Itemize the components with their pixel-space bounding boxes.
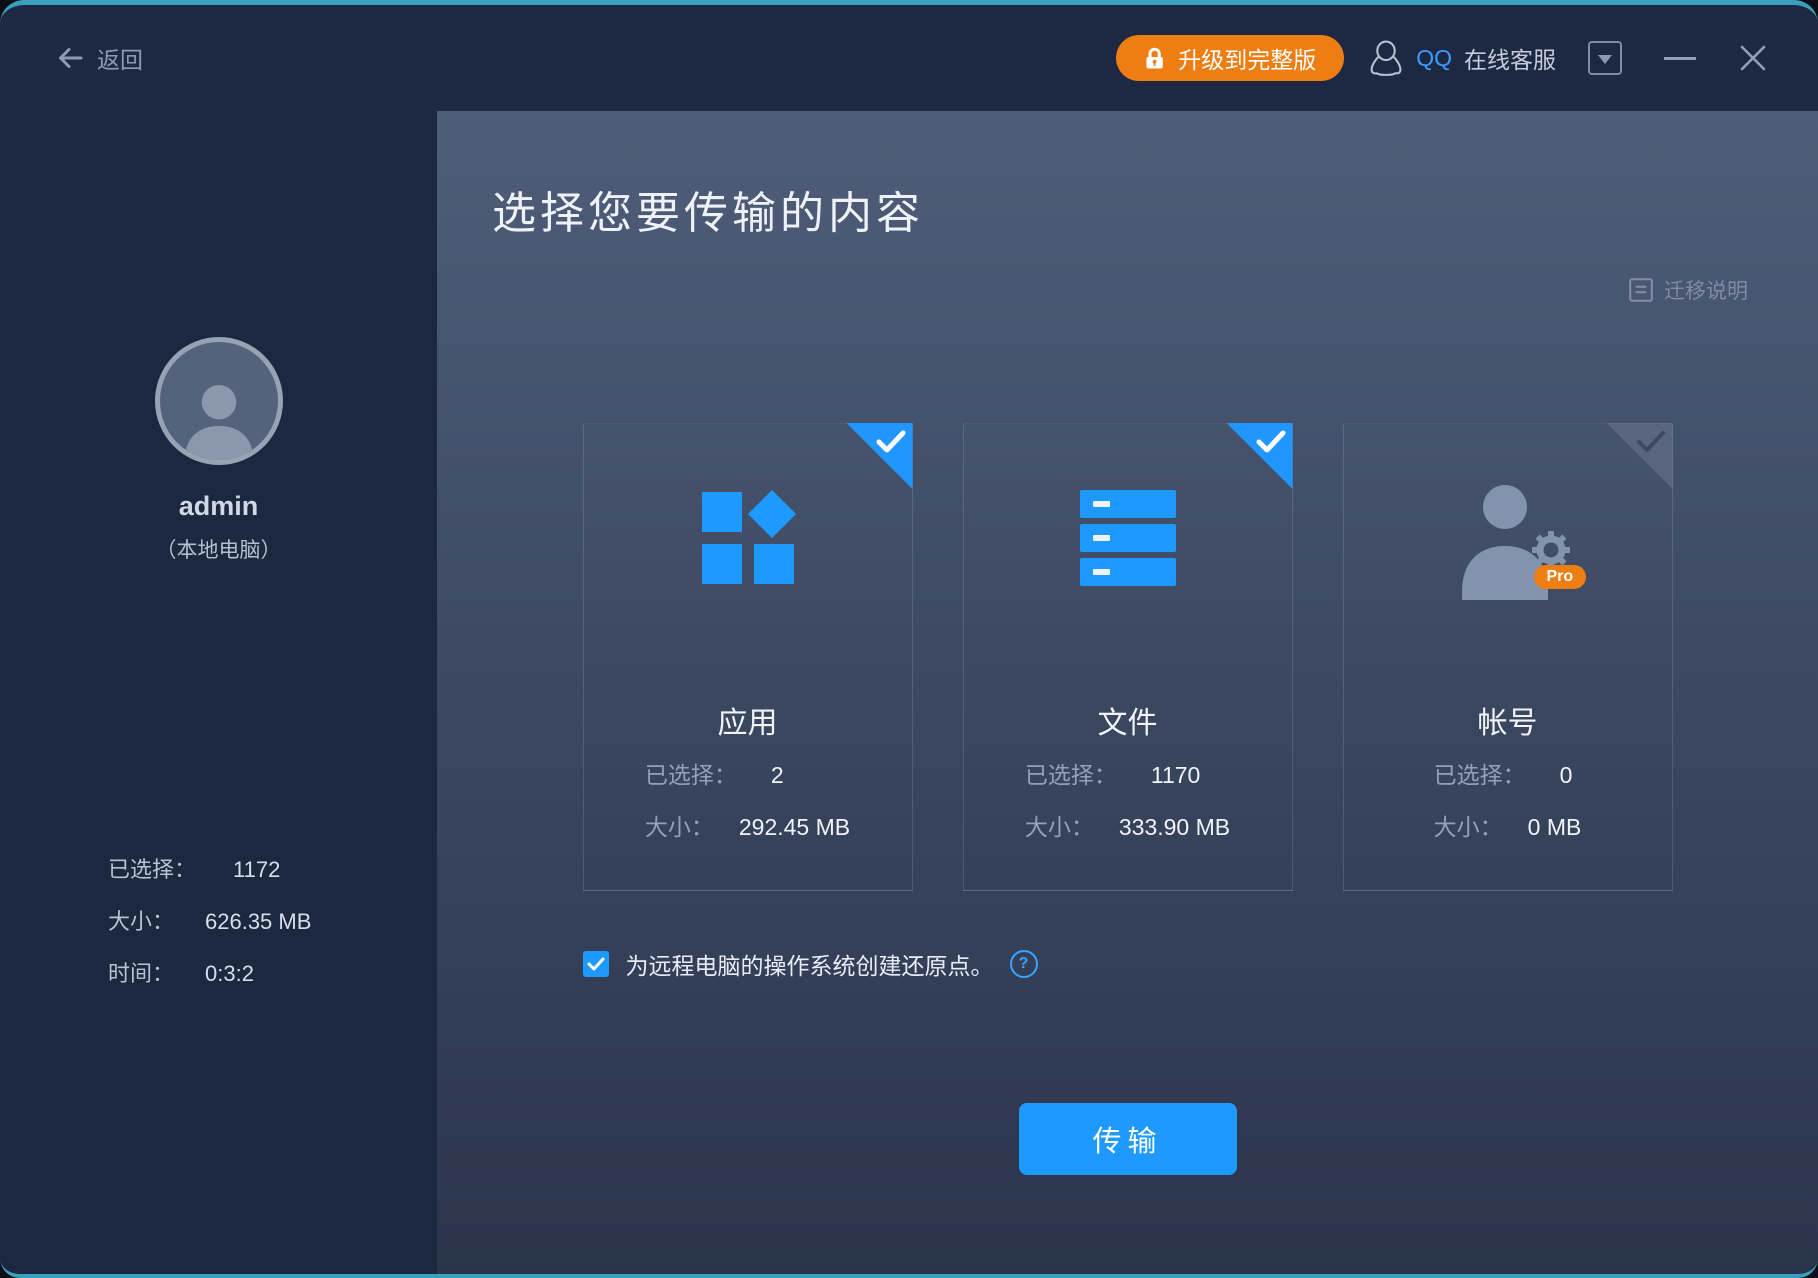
files-stack-icon	[1080, 490, 1176, 586]
card-accounts[interactable]: Pro 帐号 已选择： 0 大小： 0 MB	[1343, 423, 1673, 891]
card-selected-label: 已选择：	[645, 760, 739, 790]
chevron-down-icon	[1598, 55, 1612, 64]
card-size-value: 292.45 MB	[739, 812, 850, 842]
card-selected-value: 1170	[1151, 760, 1200, 790]
card-size-label: 大小：	[645, 812, 739, 842]
help-icon[interactable]: ?	[1010, 950, 1038, 978]
summary-size-label: 大小：	[108, 909, 205, 935]
restore-point-checkbox[interactable]	[583, 951, 609, 977]
migration-note-label: 迁移说明	[1664, 275, 1748, 305]
user-block: admin （本地电脑）	[0, 111, 437, 564]
help-glyph: ?	[1019, 955, 1029, 973]
card-files-check[interactable]	[1227, 423, 1293, 489]
window-dropdown-button[interactable]	[1588, 41, 1622, 75]
restore-point-row: 为远程电脑的操作系统创建还原点。 ?	[583, 947, 1678, 981]
card-accounts-stats: 已选择： 0 大小： 0 MB	[1434, 760, 1582, 864]
card-selected-label: 已选择：	[1025, 760, 1119, 790]
summary-selected-row: 已选择： 1172	[108, 857, 311, 883]
card-selected-value: 0	[1560, 760, 1573, 790]
summary-selected-label: 已选择：	[108, 857, 205, 883]
check-icon	[1636, 430, 1666, 454]
card-size-label: 大小：	[1025, 812, 1119, 842]
back-button[interactable]: 返回	[55, 41, 143, 75]
summary-size-row: 大小： 626.35 MB	[108, 909, 311, 935]
lock-icon	[1144, 47, 1165, 70]
titlebar: 返回 升级到完整版 QQ 在线客服	[0, 5, 1818, 111]
upgrade-label: 升级到完整版	[1178, 41, 1316, 75]
close-icon	[1738, 43, 1768, 73]
card-size-label: 大小：	[1434, 812, 1528, 842]
computer-label: （本地电脑）	[156, 534, 282, 564]
back-label: 返回	[97, 41, 143, 75]
app-window: 返回 升级到完整版 QQ 在线客服	[0, 0, 1818, 1278]
card-accounts-check[interactable]	[1607, 423, 1673, 489]
transfer-button[interactable]: 传输	[1019, 1103, 1237, 1175]
summary-time-row: 时间： 0:3:2	[108, 961, 311, 987]
card-applications-name: 应用	[584, 708, 912, 740]
migration-note-link[interactable]: 迁移说明	[1628, 275, 1748, 305]
card-files-stats: 已选择： 1170 大小： 333.90 MB	[1025, 760, 1230, 864]
card-files-name: 文件	[964, 708, 1292, 740]
qq-prefix: QQ	[1416, 45, 1452, 72]
summary-time-label: 时间：	[108, 961, 205, 987]
card-applications-stats: 已选择： 2 大小： 292.45 MB	[645, 760, 850, 864]
card-size-value: 333.90 MB	[1119, 812, 1230, 842]
page-title: 选择您要传输的内容	[492, 177, 924, 241]
minimize-button[interactable]	[1664, 57, 1696, 60]
check-icon	[1256, 430, 1286, 454]
card-files[interactable]: 文件 已选择： 1170 大小： 333.90 MB	[963, 423, 1293, 891]
card-size-value: 0 MB	[1528, 812, 1582, 842]
avatar	[155, 337, 283, 465]
check-icon	[876, 430, 906, 454]
qq-support-button[interactable]: QQ 在线客服	[1368, 40, 1556, 77]
card-selected-label: 已选择：	[1434, 760, 1528, 790]
card-applications[interactable]: 应用 已选择： 2 大小： 292.45 MB	[583, 423, 913, 891]
sidebar: admin （本地电脑） 已选择： 1172 大小： 626.35 MB 时间：…	[0, 111, 437, 1274]
back-arrow-icon	[55, 43, 85, 73]
summary-size-value: 626.35 MB	[205, 909, 311, 935]
check-icon	[587, 957, 605, 972]
main-panel: 选择您要传输的内容 迁移说明	[437, 111, 1818, 1274]
qq-penguin-icon	[1368, 40, 1404, 77]
apps-grid-icon	[700, 490, 796, 586]
summary-stats: 已选择： 1172 大小： 626.35 MB 时间： 0:3:2	[108, 857, 311, 1013]
card-accounts-name: 帐号	[1344, 708, 1672, 740]
summary-time-value: 0:3:2	[205, 961, 254, 987]
titlebar-controls: 升级到完整版 QQ 在线客服	[1116, 35, 1768, 81]
upgrade-button[interactable]: 升级到完整版	[1116, 35, 1344, 81]
restore-point-label: 为远程电脑的操作系统创建还原点。	[626, 947, 994, 981]
document-icon	[1628, 277, 1654, 303]
content-column: 应用 已选择： 2 大小： 292.45 MB	[578, 423, 1678, 1175]
pro-badge: Pro	[1534, 565, 1587, 589]
person-silhouette-icon	[173, 372, 265, 464]
summary-selected-value: 1172	[233, 857, 280, 883]
transfer-cards: 应用 已选择： 2 大小： 292.45 MB	[578, 423, 1678, 891]
card-applications-check[interactable]	[847, 423, 913, 489]
qq-service-label: 在线客服	[1464, 41, 1556, 75]
close-button[interactable]	[1738, 43, 1768, 73]
username: admin	[179, 491, 259, 522]
card-selected-value: 2	[771, 760, 784, 790]
